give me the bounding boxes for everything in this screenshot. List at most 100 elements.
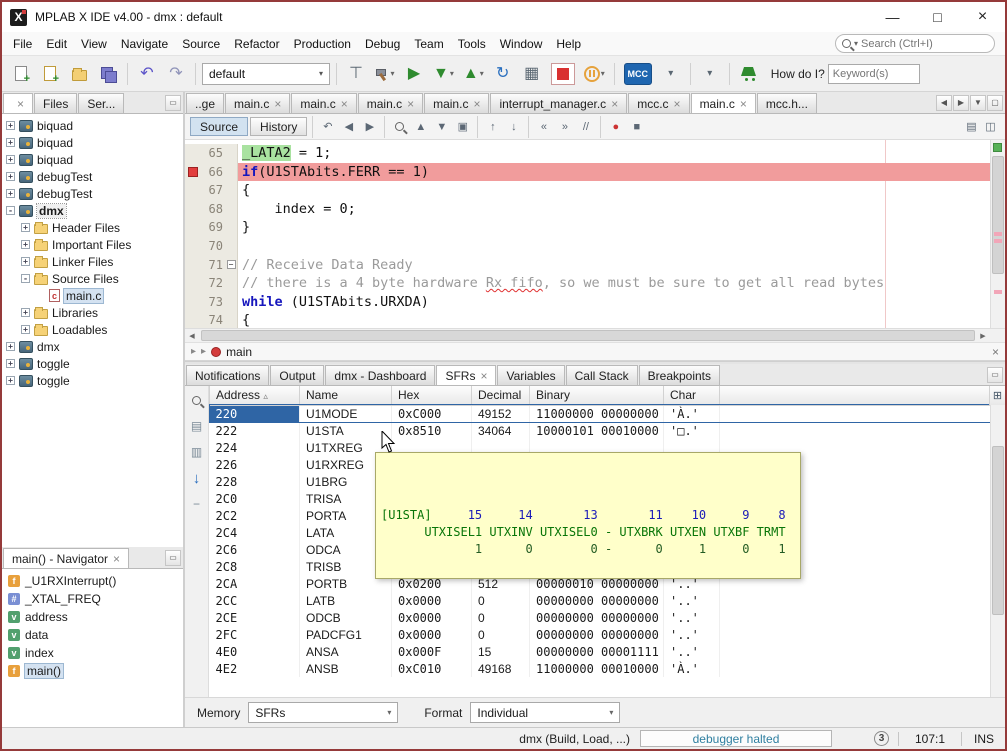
cell-address[interactable]: 2C8 [210,558,300,575]
tree-item[interactable]: main.c [2,287,183,304]
split-window-icon[interactable]: ◫ [981,117,1000,136]
redo-button[interactable]: ↷ [163,61,189,87]
minimize-panel-icon[interactable]: ▭ [165,95,181,111]
expander-icon[interactable]: + [6,342,15,351]
toolbar-overflow-button-2[interactable]: ▾ [697,61,723,87]
cell-hex[interactable]: 0x0000 [392,592,472,609]
panel-tab[interactable]: Files × [34,93,77,113]
table-row[interactable]: 2CE ODCB 0x0000 0 00000000 00000000 '..' [210,609,1005,626]
cell-name[interactable]: ODCB [300,609,392,626]
fold-gutter[interactable]: − [225,237,238,256]
undo-button[interactable]: ↶ [134,61,160,87]
memory-select[interactable]: SFRs ▾ [248,702,398,723]
close-icon[interactable]: × [407,98,414,110]
navigator-item[interactable]: data [2,626,183,644]
code-line[interactable]: _LATA2 = 1; [238,144,1005,163]
code-line-row[interactable]: 70 − [185,237,1005,256]
scrollbar-thumb[interactable] [992,156,1004,274]
halt-button[interactable] [548,61,578,87]
cell-binary[interactable]: 10000101 00010000 [530,422,664,439]
editor-tab[interactable]: main.c × [358,93,423,113]
tree-item[interactable]: + dmx [2,338,183,355]
sfr-vertical-scrollbar[interactable] [990,405,1005,697]
code-line[interactable]: { [238,311,1005,328]
cell-hex[interactable]: 0xC000 [392,405,472,422]
cell-char[interactable]: 'À.' [664,405,720,422]
cell-address[interactable]: 222 [210,422,300,439]
search-dropdown-icon[interactable]: ▾ [854,39,858,48]
table-row[interactable]: 2FC PADCFG1 0x0000 0 00000000 00000000 '… [210,626,1005,643]
stop-macro-icon[interactable]: ■ [627,117,646,136]
cell-address[interactable]: 2C2 [210,507,300,524]
scroll-left-arrow-icon[interactable]: ◀ [185,329,199,342]
prev-occurrence-icon[interactable]: ▲ [411,117,430,136]
expander-icon[interactable]: + [6,359,15,368]
format-select[interactable]: Individual ▾ [470,702,620,723]
table-row[interactable]: 4E2 ANSB 0xC010 49168 11000000 00010000 … [210,660,1005,677]
editor-tab[interactable]: mcc.h... × [757,93,817,113]
code-line[interactable]: // there is a 4 byte hardware Rx fifo, s… [238,274,1005,293]
cell-name[interactable]: ANSA [300,643,392,660]
comment-icon[interactable]: // [576,117,595,136]
configuration-select[interactable]: default ▾ [202,63,330,85]
breakpoint-gutter[interactable] [185,163,200,182]
close-icon[interactable]: × [674,98,681,110]
column-header-decimal[interactable]: Decimal [472,386,530,405]
close-icon[interactable]: × [473,98,480,110]
cell-binary[interactable]: 00000000 00000000 [530,609,664,626]
cell-address[interactable]: 224 [210,439,300,456]
toggle-highlight-icon[interactable]: ▣ [453,117,472,136]
page-setup-icon[interactable]: ▥ [189,444,205,460]
menu-item[interactable]: Refactor [227,33,286,55]
menu-item[interactable]: View [74,33,114,55]
cell-address[interactable]: 2FC [210,626,300,643]
close-icon[interactable]: × [274,98,281,110]
fold-gutter[interactable]: − [225,293,238,312]
pin-icon[interactable]: ▤ [189,418,205,434]
cell-binary[interactable]: 11000000 00000000 [530,405,664,422]
project-properties-button[interactable]: ⊤ [343,61,369,87]
expander-icon[interactable]: + [6,138,15,147]
code-line-row[interactable]: 69 − } [185,218,1005,237]
expander-icon[interactable]: - [6,206,15,215]
tree-item[interactable]: - Source Files [2,270,183,287]
menu-item[interactable]: Edit [39,33,74,55]
code-line-row[interactable]: 74 − { [185,311,1005,328]
cell-address[interactable]: 2C0 [210,490,300,507]
column-header-hex[interactable]: Hex [392,386,472,405]
tree-item[interactable]: + biquad [2,134,183,151]
cell-hex[interactable]: 0x0000 [392,626,472,643]
scrollbar-thumb[interactable] [201,330,975,341]
navigator-item[interactable]: main() [2,662,183,680]
navigator-item[interactable]: index [2,644,183,662]
code-line-row[interactable]: 65 − _LATA2 = 1; [185,144,1005,163]
close-button[interactable]: × [960,2,1005,32]
cell-name[interactable]: ANSB [300,660,392,677]
menu-item[interactable]: File [6,33,39,55]
cell-address[interactable]: 228 [210,473,300,490]
editor-tab[interactable]: interrupt_manager.c × [490,93,627,113]
keyword-input[interactable] [828,64,920,84]
back-icon[interactable]: ◀ [339,117,358,136]
collapse-icon[interactable]: − [189,496,205,512]
minimize-panel-icon[interactable]: ▭ [165,550,181,566]
tree-item[interactable]: + biquad [2,117,183,134]
breakpoint-gutter[interactable] [185,274,200,293]
notifications-badge[interactable]: 3 [874,731,889,746]
code-line[interactable]: index = 0; [238,200,1005,219]
diff-icon[interactable]: ▤ [962,117,981,136]
expander-icon[interactable]: + [21,308,30,317]
column-header-name[interactable]: Name [300,386,392,405]
breakpoint-gutter[interactable] [185,256,200,275]
search-input[interactable] [861,38,988,50]
expander-icon[interactable]: - [21,274,30,283]
tab-scroll-right-icon[interactable]: ▶ [953,95,969,111]
cell-hex[interactable]: 0xC010 [392,660,472,677]
menu-item[interactable]: Tools [451,33,493,55]
save-all-button[interactable] [95,61,121,87]
code-line-row[interactable]: 71 − // Receive Data Ready [185,256,1005,275]
cell-decimal[interactable]: 15 [472,643,530,660]
fold-gutter[interactable]: − [225,163,238,182]
tab-scroll-left-icon[interactable]: ◀ [936,95,952,111]
new-project-button[interactable] [37,61,63,87]
